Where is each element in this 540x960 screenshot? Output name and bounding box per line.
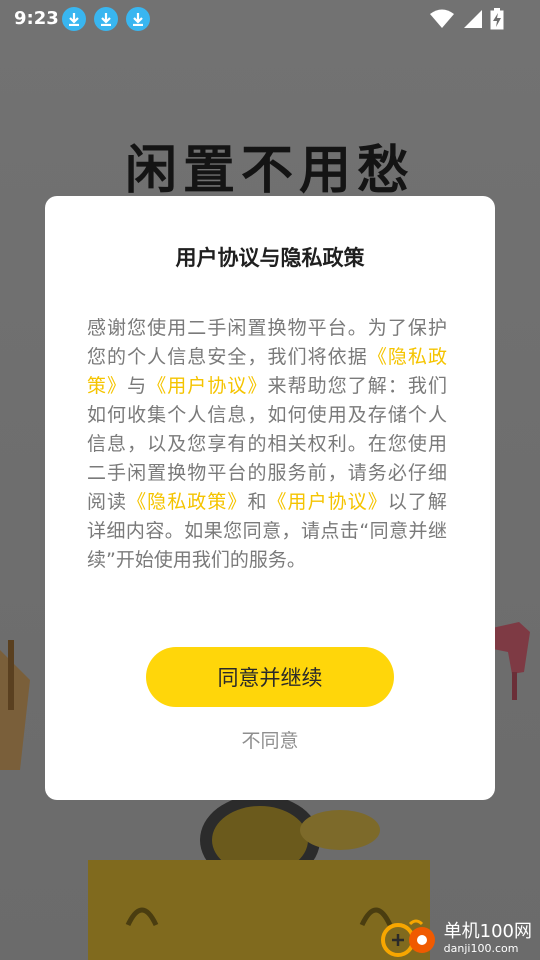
download-icon bbox=[94, 7, 118, 31]
watermark-logo-icon bbox=[380, 919, 435, 957]
dialog-body: 感谢您使用二手闲置换物平台。为了保护您的个人信息安全，我们将依据《隐私政策》与《… bbox=[87, 314, 447, 575]
user-agreement-link[interactable]: 《用户协议》 bbox=[268, 491, 388, 513]
body-text: 与 bbox=[127, 375, 148, 397]
privacy-dialog: 用户协议与隐私政策 感谢您使用二手闲置换物平台。为了保护您的个人信息安全，我们将… bbox=[45, 196, 495, 800]
user-agreement-link[interactable]: 《用户协议》 bbox=[147, 375, 267, 397]
signal-icon bbox=[464, 10, 482, 28]
watermark-text: 单机100网 danji100.com bbox=[443, 920, 532, 955]
decoration-image bbox=[0, 640, 30, 770]
notification-icons bbox=[62, 7, 150, 31]
status-time: 9:23 bbox=[14, 8, 59, 29]
dialog-title: 用户协议与隐私政策 bbox=[175, 246, 365, 270]
agree-continue-button[interactable]: 同意并继续 bbox=[146, 647, 394, 707]
download-icon bbox=[62, 7, 86, 31]
background-headline: 闲置不用愁 bbox=[124, 141, 415, 201]
watermark: 单机100网 danji100.com bbox=[380, 918, 532, 958]
system-icons bbox=[430, 8, 504, 30]
status-bar: 9:23 bbox=[0, 0, 540, 40]
privacy-policy-link[interactable]: 《隐私政策》 bbox=[127, 491, 247, 513]
battery-charging-icon bbox=[490, 8, 504, 30]
watermark-url: danji100.com bbox=[443, 941, 519, 955]
decline-button[interactable]: 不同意 bbox=[220, 723, 320, 755]
watermark-site-name: 单机100网 bbox=[443, 920, 532, 942]
download-icon bbox=[126, 7, 150, 31]
body-text: 和 bbox=[247, 491, 268, 513]
wifi-icon bbox=[430, 9, 454, 28]
